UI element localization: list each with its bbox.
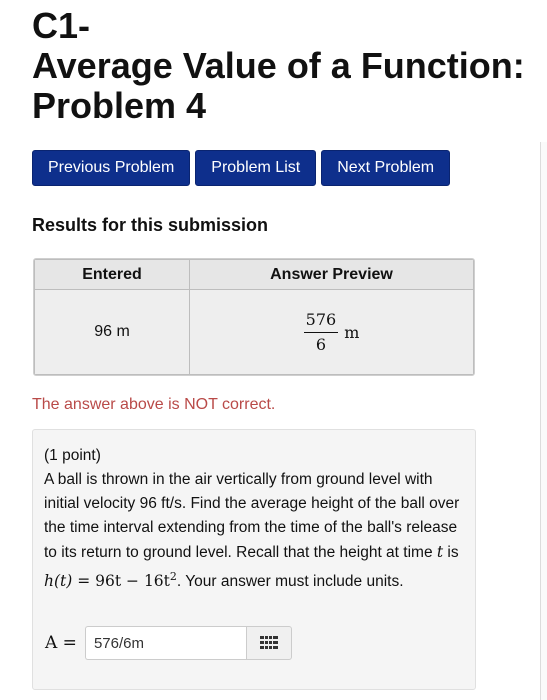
title-line-1: C1- (32, 5, 91, 46)
problem-navigation: Previous Problem Problem List Next Probl… (32, 150, 451, 186)
results-heading: Results for this submission (32, 215, 269, 235)
formula-exponent: 2 (169, 570, 177, 583)
fraction-unit: m (344, 322, 360, 342)
previous-problem-button[interactable]: Previous Problem (32, 150, 191, 186)
answer-preview-cell: 576 6 m (189, 289, 474, 375)
equation-editor-button[interactable] (245, 626, 292, 660)
problem-text-part-2: is (443, 544, 459, 561)
entered-cell: 96 m (34, 289, 190, 375)
problem-list-button[interactable]: Problem List (195, 150, 317, 186)
right-panel-edge (540, 142, 547, 700)
fraction-denominator: 6 (315, 334, 326, 354)
problem-text-part-1: A ball is thrown in the air vertically f… (44, 471, 460, 561)
problem-box: (1 point) A ball is thrown in the air ve… (32, 429, 476, 690)
next-problem-button[interactable]: Next Problem (321, 150, 451, 186)
answer-preview-fraction: 576 6 m (303, 310, 360, 354)
table-row: 96 m 576 6 m (34, 289, 474, 375)
answer-label: A = (45, 633, 77, 653)
column-header-entered: Entered (34, 259, 190, 290)
table-header-row: Entered Answer Preview (34, 259, 474, 290)
problem-text: A ball is thrown in the air vertically f… (44, 468, 464, 594)
keypad-grid-icon (259, 636, 278, 649)
problem-text-part-3: . Your answer must include units. (176, 573, 404, 591)
answer-row: A = (45, 626, 292, 660)
answer-input[interactable] (84, 626, 246, 660)
problem-points: (1 point) (44, 447, 101, 464)
title-line-2: Average Value of a Function: (32, 45, 525, 86)
title-line-3: Problem 4 (32, 85, 207, 126)
results-table: Entered Answer Preview 96 m 576 6 m (33, 258, 475, 376)
fraction-numerator: 576 (303, 310, 339, 333)
page-title: C1- Average Value of a Function: Problem… (32, 6, 547, 126)
status-message: The answer above is NOT correct. (32, 396, 276, 413)
column-header-answer-preview: Answer Preview (189, 259, 474, 290)
formula-expression: = 96t − 16t (72, 572, 170, 591)
formula-h-of-t: h(t) (44, 572, 73, 591)
